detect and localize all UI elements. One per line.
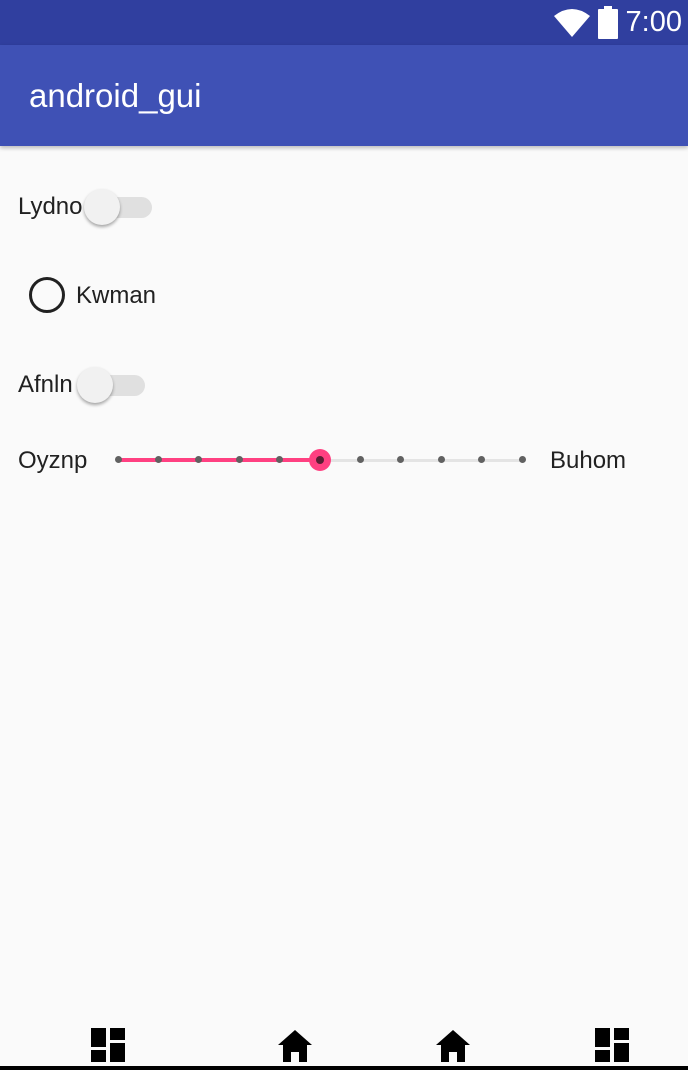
nav-bar-divider <box>0 1066 688 1070</box>
status-time: 7:00 <box>625 6 682 38</box>
status-bar: 7:00 <box>0 0 688 45</box>
seekbar-progress <box>118 458 320 462</box>
seekbar-tick <box>114 456 122 463</box>
seekbar-tick <box>437 456 445 463</box>
radio-1-label[interactable]: Kwman <box>76 282 156 310</box>
switch-2-thumb <box>77 367 113 403</box>
radio-ring-icon <box>29 277 65 313</box>
seekbar-thumb[interactable] <box>309 449 331 471</box>
seekbar-right-label: Buhom <box>550 447 627 474</box>
seekbar-tick <box>154 456 162 463</box>
seekbar-tick <box>235 456 243 463</box>
bottom-navigation <box>0 1020 688 1070</box>
seekbar-left-label: Oyznp <box>18 447 88 474</box>
seekbar-tick <box>356 456 364 463</box>
switch-1-label: Lydno <box>18 193 83 220</box>
status-icons: 7:00 <box>553 0 682 45</box>
switch-2-label: Afnln <box>18 371 73 398</box>
app-bar: android_gui <box>0 45 688 146</box>
seekbar[interactable] <box>108 440 532 480</box>
seekbar-tick <box>518 456 526 463</box>
switch-2-toggle[interactable] <box>77 365 145 405</box>
battery-icon <box>597 6 618 39</box>
home-icon[interactable] <box>436 1028 470 1062</box>
dashboard-icon[interactable] <box>595 1028 629 1062</box>
switch-1-thumb <box>84 189 120 225</box>
home-icon[interactable] <box>278 1028 312 1062</box>
seekbar-thumb-center <box>316 456 324 464</box>
radio-button-kwman[interactable] <box>29 277 65 313</box>
switch-1-toggle[interactable] <box>84 187 152 227</box>
wifi-icon <box>553 8 590 37</box>
app-title: android_gui <box>29 77 202 114</box>
dashboard-icon[interactable] <box>91 1028 125 1062</box>
